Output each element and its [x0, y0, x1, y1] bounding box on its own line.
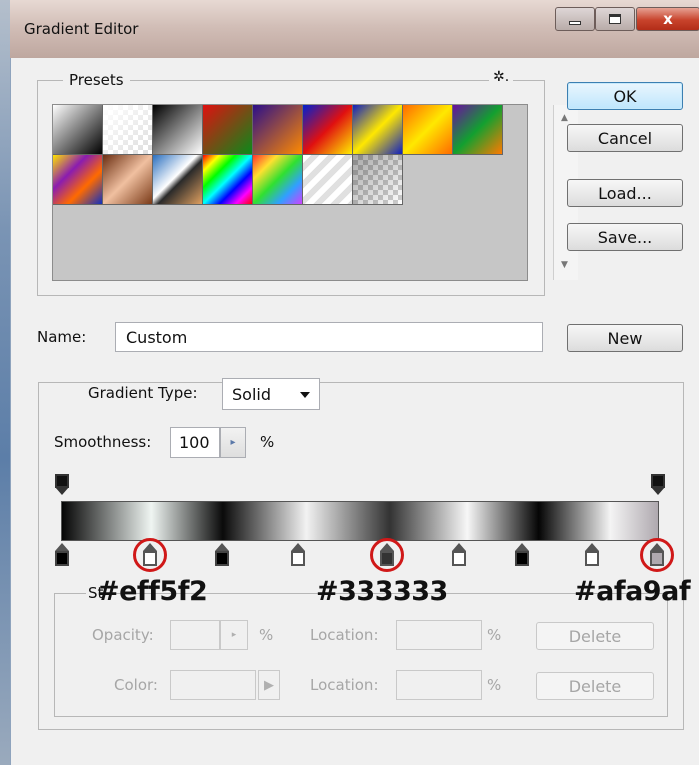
- opacity-location-unit: %: [487, 626, 502, 644]
- gear-icon[interactable]: ✲.: [489, 69, 514, 85]
- color-stop[interactable]: [515, 543, 529, 567]
- new-button[interactable]: New: [567, 324, 683, 352]
- gradient-type-value: Solid: [232, 385, 271, 404]
- preset-swatch[interactable]: [103, 105, 153, 155]
- preset-swatch[interactable]: [53, 155, 103, 205]
- preset-swatch[interactable]: [353, 155, 403, 205]
- smoothness-stepper[interactable]: ▸: [220, 427, 246, 458]
- smoothness-label: Smoothness:: [54, 433, 152, 451]
- color-location-label: Location:: [310, 676, 379, 694]
- hex-annotation: #afa9af: [574, 576, 691, 607]
- smoothness-unit: %: [260, 433, 275, 451]
- smoothness-input[interactable]: 100: [170, 427, 220, 458]
- title-bar[interactable]: Gradient Editor x: [10, 0, 699, 58]
- color-field[interactable]: [170, 670, 256, 700]
- name-input[interactable]: Custom: [115, 322, 543, 352]
- arrow-right-icon: ▸: [231, 630, 237, 640]
- close-icon: x: [663, 10, 673, 28]
- opacity-stop[interactable]: [55, 474, 69, 496]
- window-title: Gradient Editor: [24, 20, 139, 38]
- hex-annotation: #333333: [316, 576, 448, 607]
- color-location-unit: %: [487, 676, 502, 694]
- opacity-stepper[interactable]: ▸: [220, 620, 248, 650]
- highlight-circle: [640, 538, 674, 572]
- color-label: Color:: [114, 676, 158, 694]
- maximize-icon: [609, 14, 621, 24]
- preset-swatch[interactable]: [153, 155, 203, 205]
- opacity-label: Opacity:: [92, 626, 154, 644]
- ok-button[interactable]: OK: [567, 82, 683, 110]
- opacity-location-label: Location:: [310, 626, 379, 644]
- desktop-background: [0, 0, 10, 765]
- color-picker-button[interactable]: ▶: [258, 670, 280, 700]
- color-location-input[interactable]: [396, 670, 482, 700]
- save-button[interactable]: Save...: [567, 223, 683, 251]
- load-button[interactable]: Load...: [567, 179, 683, 207]
- opacity-stop[interactable]: [651, 474, 665, 496]
- highlight-circle: [370, 538, 404, 572]
- preset-swatch[interactable]: [303, 105, 353, 155]
- chevron-down-icon: [300, 392, 310, 398]
- arrow-right-icon: ▶: [264, 677, 274, 693]
- preset-swatch[interactable]: [103, 155, 153, 205]
- gradient-type-select[interactable]: Solid: [222, 378, 320, 410]
- opacity-location-input[interactable]: [396, 620, 482, 650]
- minimize-icon: [569, 21, 581, 25]
- highlight-circle: [133, 538, 167, 572]
- preset-swatch[interactable]: [303, 155, 353, 205]
- cancel-button[interactable]: Cancel: [567, 124, 683, 152]
- preset-swatch[interactable]: [203, 155, 253, 205]
- preset-swatch[interactable]: [353, 105, 403, 155]
- color-stop[interactable]: [291, 543, 305, 567]
- color-stop[interactable]: [452, 543, 466, 567]
- preset-swatch[interactable]: [453, 105, 503, 155]
- preset-swatch[interactable]: [253, 105, 303, 155]
- gradient-type-label: Gradient Type:: [82, 384, 204, 402]
- close-button[interactable]: x: [636, 7, 699, 31]
- color-stop[interactable]: [585, 543, 599, 567]
- presets-label: Presets: [63, 71, 130, 89]
- color-delete-button[interactable]: Delete: [536, 672, 654, 700]
- scroll-down-icon[interactable]: ▼: [561, 260, 568, 270]
- preset-swatch[interactable]: [153, 105, 203, 155]
- opacity-unit: %: [259, 626, 274, 644]
- opacity-delete-button[interactable]: Delete: [536, 622, 654, 650]
- maximize-button[interactable]: [595, 7, 635, 31]
- preset-swatch[interactable]: [203, 105, 253, 155]
- opacity-input[interactable]: [170, 620, 220, 650]
- name-label: Name:: [37, 328, 87, 346]
- arrow-right-icon: ▸: [230, 437, 236, 448]
- presets-swatch-grid: ▲ ▼: [52, 104, 578, 281]
- hex-annotation: #eff5f2: [97, 576, 208, 607]
- preset-swatch[interactable]: [53, 105, 103, 155]
- preset-swatch[interactable]: [403, 105, 453, 155]
- scroll-up-icon[interactable]: ▲: [561, 113, 568, 123]
- preset-swatch[interactable]: [253, 155, 303, 205]
- gradient-bar[interactable]: [61, 501, 659, 541]
- color-stop[interactable]: [215, 543, 229, 567]
- color-stop[interactable]: [55, 543, 69, 567]
- minimize-button[interactable]: [555, 7, 595, 31]
